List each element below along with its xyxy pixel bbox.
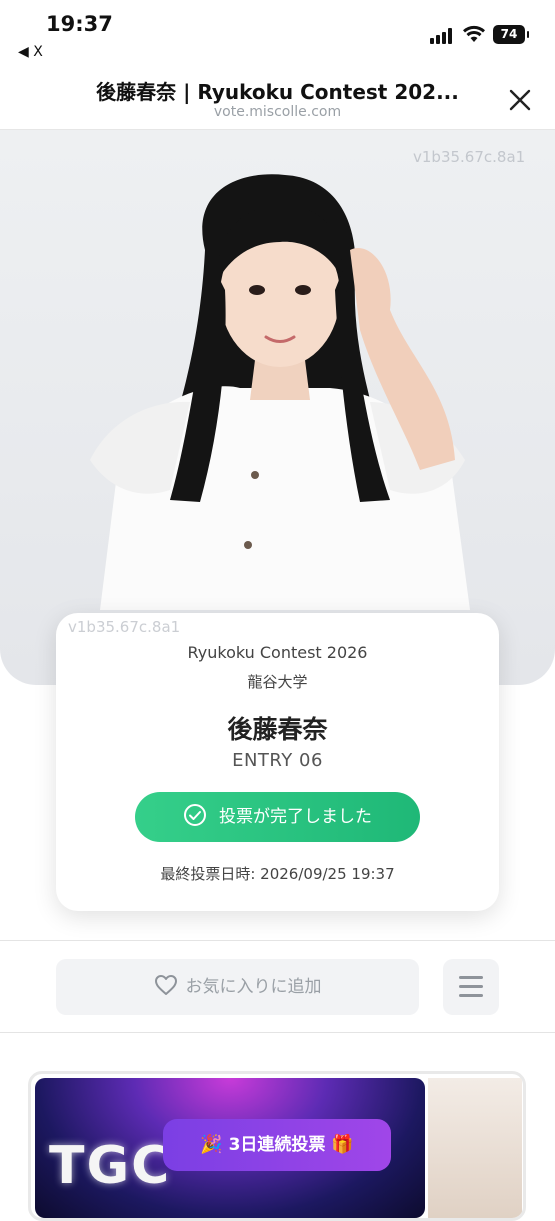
add-favorite-label: お気に入りに追加 xyxy=(185,977,322,997)
status-bar: 19:37 ◀ X 74 xyxy=(0,0,555,72)
heart-icon xyxy=(154,975,177,995)
browser-header: 後藤春奈 | Ryukoku Contest 202... vote.misco… xyxy=(0,72,555,130)
wifi-icon xyxy=(463,25,485,42)
signal-icon xyxy=(430,28,456,44)
page-url: vote.miscolle.com xyxy=(213,104,342,120)
profile-photo xyxy=(90,174,470,610)
contestant-card: Ryukoku Contest 2026 龍谷大学 後藤春奈 ENTRY 06 … xyxy=(56,613,499,911)
entry-number: ENTRY 06 xyxy=(232,750,323,771)
vote-complete-button[interactable]: 投票が完了しました xyxy=(135,792,420,842)
status-time: 19:37 xyxy=(46,12,113,36)
banner-model-photo xyxy=(428,1078,522,1218)
back-to-app-link[interactable]: ◀ X xyxy=(18,44,43,60)
add-favorite-button[interactable]: お気に入りに追加 xyxy=(56,959,419,1015)
streak-label: 3日連続投票 xyxy=(228,1135,326,1155)
close-icon[interactable] xyxy=(504,84,536,116)
banner-text: TGC xyxy=(49,1136,172,1196)
battery-indicator: 74 xyxy=(493,25,529,44)
watermark: v1b35.67c.8a1 xyxy=(413,148,526,166)
watermark: v1b35.67c.8a1 xyxy=(68,618,181,636)
gift-icon: 🎁 xyxy=(331,1134,354,1155)
vote-complete-label: 投票が完了しました xyxy=(219,807,372,827)
contestant-name: 後藤春奈 xyxy=(227,715,328,744)
profile-photo-area: v1b35.67c.8a1 xyxy=(0,130,555,685)
contest-name: Ryukoku Contest 2026 xyxy=(187,643,368,662)
divider xyxy=(0,1032,555,1033)
streak-vote-badge[interactable]: 🎉 3日連続投票 🎁 xyxy=(163,1119,391,1171)
check-circle-icon xyxy=(184,804,206,826)
party-popper-icon: 🎉 xyxy=(200,1134,223,1155)
divider xyxy=(0,940,555,941)
last-vote-time: 最終投票日時: 2026/09/25 19:37 xyxy=(160,865,395,883)
university-name: 龍谷大学 xyxy=(247,673,308,691)
menu-button[interactable] xyxy=(443,959,499,1015)
page-title: 後藤春奈 | Ryukoku Contest 202... xyxy=(96,80,459,104)
